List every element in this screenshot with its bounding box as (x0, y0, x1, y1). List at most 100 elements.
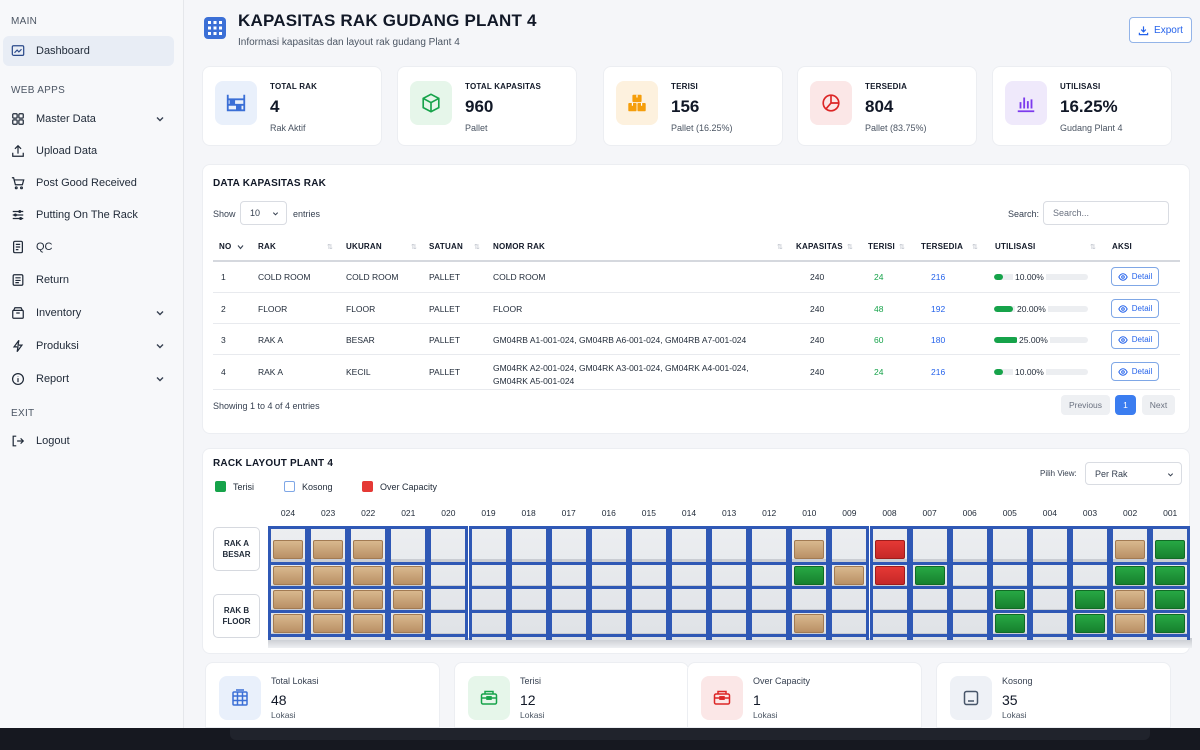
pallet-box[interactable] (273, 614, 303, 633)
sidebar-item-produksi[interactable]: Produksi (3, 331, 174, 361)
rack-bay[interactable] (1029, 526, 1070, 640)
search-input[interactable] (1043, 201, 1169, 225)
rack-bay[interactable] (669, 526, 709, 640)
rack-bay[interactable] (1150, 526, 1191, 640)
pallet-box[interactable] (273, 540, 303, 559)
rack-beam (669, 526, 709, 529)
rack-bay[interactable] (989, 526, 1030, 640)
sidebar-item-inventory[interactable]: Inventory (3, 298, 174, 328)
detail-button[interactable]: Detail (1111, 330, 1159, 349)
pallet-terisi[interactable] (994, 590, 1025, 609)
rack-bay[interactable] (709, 526, 750, 640)
pallet-box[interactable] (273, 590, 303, 609)
detail-button[interactable]: Detail (1111, 299, 1159, 318)
sidebar-item-putting-on-the-rack[interactable]: Putting On The Rack (3, 200, 174, 230)
pallet-box[interactable] (313, 590, 344, 609)
rack-bay[interactable] (789, 526, 830, 640)
pallet-box[interactable] (273, 566, 303, 585)
rack-beam (588, 610, 629, 613)
pallet-terisi[interactable] (914, 566, 945, 585)
pallet-over-capacity[interactable] (874, 540, 905, 559)
table-title: DATA KAPASITAS RAK (213, 178, 327, 189)
column-header-tersedia[interactable]: TERSEDIA (921, 242, 963, 251)
summary-label: Kosong (1002, 676, 1033, 686)
pallet-terisi[interactable] (1075, 590, 1105, 609)
sidebar-item-upload-data[interactable]: Upload Data (3, 136, 174, 166)
column-header-rak[interactable]: RAK (258, 242, 276, 251)
sidebar-item-qc[interactable]: QC (3, 232, 174, 262)
rack-beam (428, 610, 469, 613)
pallet-box[interactable] (313, 566, 344, 585)
pallet-box[interactable] (834, 566, 865, 585)
pallet-terisi[interactable] (794, 566, 825, 585)
column-header-no[interactable]: NO (219, 242, 231, 251)
sidebar-item-return[interactable]: Return (3, 265, 174, 295)
pallet-box[interactable] (393, 566, 424, 585)
rack-bay[interactable] (949, 526, 990, 640)
rack-bay[interactable] (348, 526, 389, 640)
pagination-page-1[interactable]: 1 (1115, 395, 1136, 415)
pallet-box[interactable] (794, 614, 825, 633)
pallet-over-capacity[interactable] (874, 566, 905, 585)
rack-beam (388, 634, 429, 637)
rack-bay[interactable] (749, 526, 790, 640)
entries-select[interactable]: 10 (240, 201, 287, 225)
column-header-satuan[interactable]: SATUAN (429, 242, 463, 251)
pallet-terisi[interactable] (1075, 614, 1105, 633)
rack-bay[interactable] (428, 526, 469, 640)
pallet-box[interactable] (313, 540, 344, 559)
detail-button[interactable]: Detail (1111, 362, 1159, 381)
rack-bay[interactable] (869, 526, 910, 640)
rack-bay[interactable] (1110, 526, 1151, 640)
rack-bay[interactable] (508, 526, 549, 640)
rack-bay[interactable] (588, 526, 629, 640)
pallet-box[interactable] (313, 614, 344, 633)
rack-beam (669, 610, 709, 613)
view-select[interactable]: Per Rak (1085, 462, 1182, 485)
export-button[interactable]: Export (1129, 17, 1192, 43)
rack-label-b-floor[interactable]: RAK B FLOOR (213, 594, 260, 638)
rack-bay[interactable] (909, 526, 950, 640)
rack-bay[interactable] (548, 526, 589, 640)
sidebar-item-post-good-received[interactable]: Post Good Received (3, 168, 174, 198)
sidebar-item-report[interactable]: Report (3, 364, 174, 394)
rack-bay[interactable] (628, 526, 669, 640)
pagination-previous[interactable]: Previous (1061, 395, 1110, 415)
rack-post (869, 526, 873, 640)
rack-bay[interactable] (268, 526, 308, 640)
pallet-terisi[interactable] (994, 614, 1025, 633)
pallet-terisi[interactable] (1115, 566, 1146, 585)
sidebar-item-master-data[interactable]: Master Data (3, 104, 174, 134)
pallet-box[interactable] (353, 590, 384, 609)
detail-button[interactable]: Detail (1111, 267, 1159, 286)
pallet-terisi[interactable] (1155, 590, 1186, 609)
rack-bay[interactable] (308, 526, 349, 640)
pallet-box[interactable] (1115, 614, 1146, 633)
rack-bay[interactable] (468, 526, 509, 640)
pallet-box[interactable] (393, 614, 424, 633)
cell-utilisasi: 20.00% (1015, 304, 1048, 314)
pallet-box[interactable] (393, 590, 424, 609)
sidebar-item-dashboard[interactable]: Dashboard (3, 36, 174, 66)
rack-bay[interactable] (1070, 526, 1110, 640)
rack-bay[interactable] (388, 526, 429, 640)
sidebar-item-logout[interactable]: Logout (3, 426, 174, 456)
pallet-box[interactable] (1115, 540, 1146, 559)
rack-label-a-besar[interactable]: RAK A BESAR (213, 527, 260, 571)
rack-bay[interactable] (829, 526, 870, 640)
cell-nomor-rak-line2: GM04RK A5-001-024 (493, 376, 575, 386)
pallet-box[interactable] (353, 540, 384, 559)
column-header-utilisasi[interactable]: UTILISASI (995, 242, 1035, 251)
pallet-terisi[interactable] (1155, 540, 1186, 559)
column-header-kapasitas[interactable]: KAPASITAS (796, 242, 843, 251)
pallet-box[interactable] (353, 614, 384, 633)
pallet-terisi[interactable] (1155, 614, 1186, 633)
pallet-box[interactable] (1115, 590, 1146, 609)
pallet-box[interactable] (353, 566, 384, 585)
pallet-box[interactable] (794, 540, 825, 559)
column-header-ukuran[interactable]: UKURAN (346, 242, 382, 251)
pagination-next[interactable]: Next (1142, 395, 1175, 415)
pallet-terisi[interactable] (1155, 566, 1186, 585)
column-header-nomor-rak[interactable]: NOMOR RAK (493, 242, 545, 251)
column-header-terisi[interactable]: TERISI (868, 242, 895, 251)
